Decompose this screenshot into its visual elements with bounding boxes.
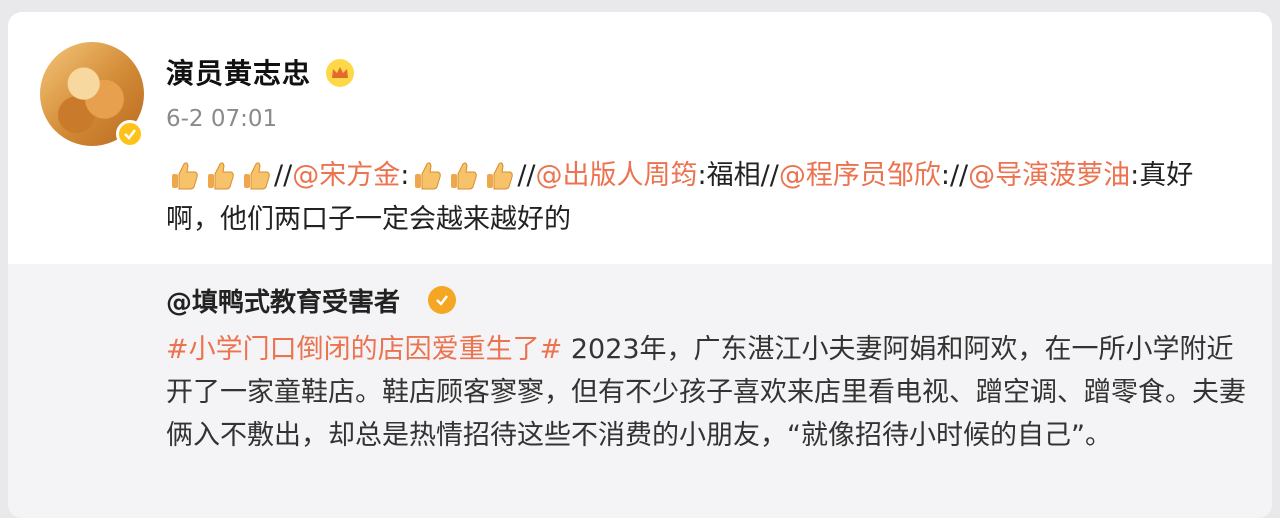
- thumbs-up-icon: [202, 154, 238, 198]
- mention-link[interactable]: @宋方金: [292, 160, 400, 191]
- thumbs-up-icon: [166, 154, 202, 198]
- thumbs-up-icon: [481, 154, 517, 198]
- weibo-post-card: 演员黄志忠 6-2 07:01 //@宋方金://@出版人周筠:福相//@程序员…: [8, 12, 1272, 518]
- mention-colon: :: [1130, 160, 1140, 191]
- reposted-original-post[interactable]: @填鸭式教育受害者 #小学门口倒闭的店因爱重生了# 2023年，广东湛江小夫妻阿…: [8, 264, 1272, 518]
- mention-colon: :: [940, 160, 950, 191]
- repost-separator: //: [274, 160, 293, 191]
- repost-separator: //: [949, 160, 969, 191]
- original-post-text: #小学门口倒闭的店因爱重生了# 2023年，广东湛江小夫妻阿娟和阿欢，在一所小学…: [166, 328, 1246, 457]
- thumbs-up-icon: [409, 154, 445, 198]
- thumbs-up-icon: [445, 154, 481, 198]
- mention-link[interactable]: @出版人周筠: [536, 160, 698, 191]
- mention-link[interactable]: @程序员邹欣: [779, 160, 941, 191]
- mention-link[interactable]: @导演菠萝油: [968, 160, 1130, 191]
- mention-colon: :: [400, 160, 410, 191]
- hashtag-link[interactable]: #小学门口倒闭的店因爱重生了#: [166, 334, 562, 365]
- thumbs-up-icon: [238, 154, 274, 198]
- post-content: //@宋方金://@出版人周筠:福相//@程序员邹欣://@导演菠萝油:真好啊，…: [166, 154, 1246, 242]
- repost-separator: //: [760, 160, 779, 191]
- verified-badge-icon: [428, 286, 456, 314]
- verified-badge-icon: [116, 120, 144, 148]
- vip-crown-icon: [326, 59, 354, 87]
- mention-colon: :: [697, 160, 707, 191]
- post-timestamp[interactable]: 6-2 07:01: [166, 106, 277, 132]
- post-author-name[interactable]: 演员黄志忠: [166, 52, 311, 92]
- repost-separator: //: [517, 160, 536, 191]
- repost-comment: 福相: [706, 160, 761, 191]
- original-author-name[interactable]: @填鸭式教育受害者: [166, 282, 400, 319]
